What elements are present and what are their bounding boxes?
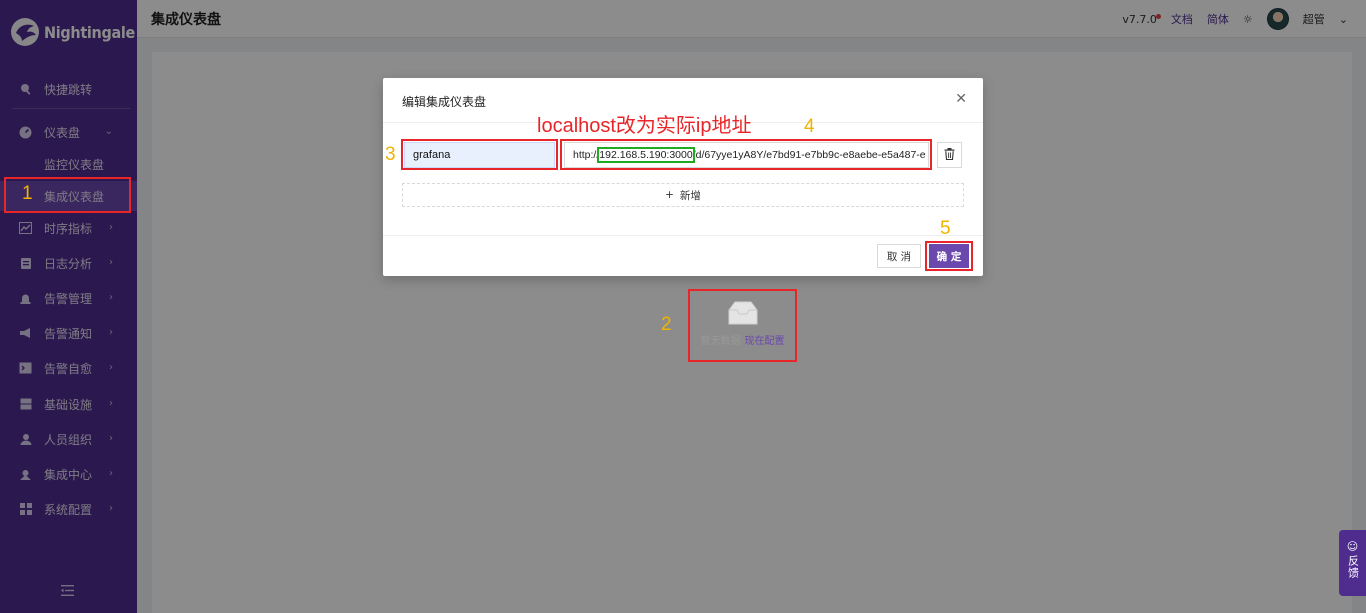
annotation-box-2 xyxy=(688,289,797,362)
feedback-label: 反馈 xyxy=(1346,555,1360,579)
feedback-smile-icon: ☺ xyxy=(1346,540,1359,553)
annotation-box-4 xyxy=(560,139,932,170)
feedback-tab[interactable]: ☺ 反馈 xyxy=(1339,530,1366,596)
edit-integrated-dashboard-modal: 编辑集成仪表盘 ✕ grafana http://192.168.5.190:3… xyxy=(383,78,983,276)
delete-row-button[interactable] xyxy=(937,142,962,168)
annotation-number-3: 3 xyxy=(385,144,396,165)
close-icon[interactable]: ✕ xyxy=(955,91,967,107)
annotation-box-5 xyxy=(925,241,973,271)
plus-icon: + xyxy=(665,189,674,201)
annotation-number-2: 2 xyxy=(661,314,672,335)
trash-icon xyxy=(944,147,955,163)
add-label: 新增 xyxy=(679,189,701,202)
cancel-button[interactable]: 取 消 xyxy=(877,244,921,268)
annotation-box-3 xyxy=(401,139,558,170)
annotation-number-4: 4 xyxy=(804,116,815,137)
annotation-number-5: 5 xyxy=(940,218,951,239)
add-row-button[interactable]: + 新增 xyxy=(402,183,964,207)
annotation-number-1: 1 xyxy=(22,183,33,204)
annotation-note: localhost改为实际ip地址 xyxy=(537,115,752,137)
modal-divider xyxy=(383,235,983,236)
modal-title: 编辑集成仪表盘 xyxy=(402,95,487,109)
